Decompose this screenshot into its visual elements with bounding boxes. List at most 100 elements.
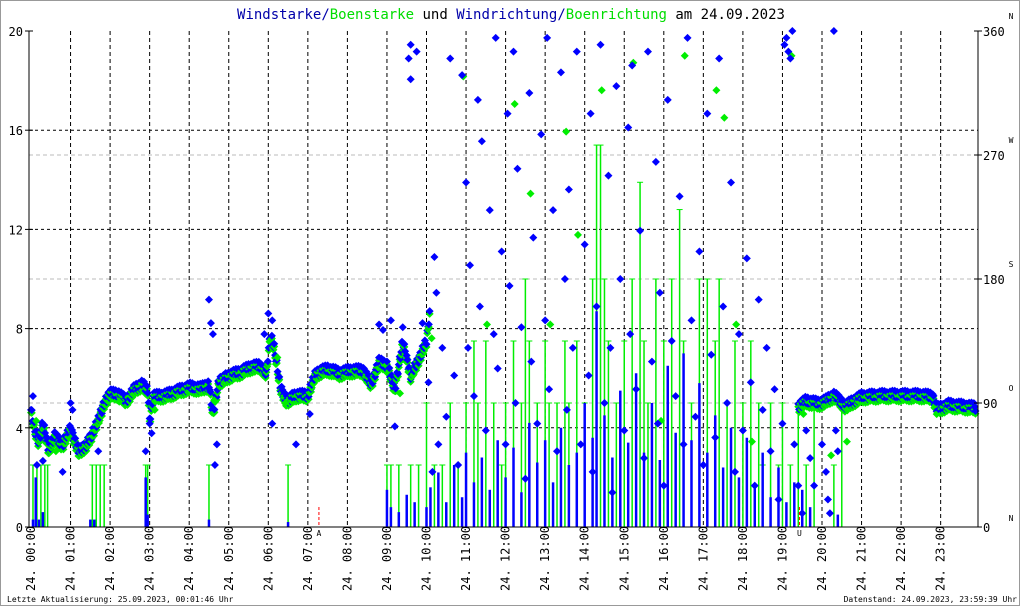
wind-direction-point: [491, 33, 500, 42]
wind-direction-point: [404, 54, 413, 63]
title-part: Windstarke: [237, 7, 321, 23]
wind-direction-point: [636, 226, 645, 235]
wind-direction-point: [790, 440, 799, 449]
x-tick-label: 24. 17:00: [696, 526, 710, 591]
x-tick-label: 24. 11:00: [459, 526, 473, 591]
wind-direction-point: [208, 330, 217, 339]
wind-direction-point: [489, 330, 498, 339]
wind-direction-point: [600, 399, 609, 407]
wind-direction-point: [424, 378, 433, 387]
wind-direction-point: [556, 68, 565, 77]
wind-direction-point: [537, 130, 546, 139]
wind-direction-point: [533, 419, 542, 428]
left-tick-label: 0: [16, 521, 23, 535]
wind-direction-point: [32, 461, 41, 469]
wind-direction-point: [604, 171, 613, 180]
wind-direction-point: [549, 206, 558, 215]
wind-direction-point: [305, 410, 314, 419]
title-part: Boenrichtung: [566, 7, 667, 23]
x-tick-label: 24. 19:00: [775, 526, 789, 591]
wind-direction-point: [509, 47, 518, 56]
wind-direction-point: [545, 385, 554, 394]
wind-direction-point: [462, 178, 471, 187]
wind-direction-point: [562, 405, 571, 414]
left-tick-label: 4: [16, 422, 23, 436]
wind-chart-frame: Windstarke/Boenstarke und Windrichtung/B…: [0, 0, 1020, 606]
wind-direction-point: [485, 206, 494, 215]
left-tick-label: 8: [16, 323, 23, 337]
wind-direction-point: [438, 343, 447, 352]
wind-direction-point: [695, 247, 704, 256]
wind-direction-point: [640, 454, 649, 463]
wind-direction-point: [268, 316, 277, 325]
wind-direction-point: [647, 357, 656, 366]
title-part: /: [321, 7, 329, 23]
gust-direction-point: [720, 113, 729, 122]
gust-direction-point: [732, 320, 741, 329]
wind-direction-point: [711, 433, 720, 442]
wind-direction-point: [505, 281, 514, 290]
wind-direction-point: [703, 109, 712, 118]
wind-direction-point: [291, 440, 300, 449]
wind-direction-point: [806, 454, 815, 463]
wind-direction-point: [655, 288, 664, 297]
wind-direction-point: [715, 54, 724, 63]
x-tick-label: 24. 07:00: [301, 526, 315, 591]
wind-direction-point: [473, 95, 482, 104]
wind-direction-point: [513, 164, 522, 173]
wind-direction-point: [780, 40, 789, 49]
x-tick-label: 24. 18:00: [736, 526, 750, 591]
wind-direction-point: [580, 240, 589, 249]
wind-direction-point: [210, 461, 219, 469]
title-part: und: [414, 7, 456, 23]
x-tick-label: 24. 22:00: [894, 526, 908, 591]
wind-direction-point: [568, 343, 577, 352]
wind-direction-point: [584, 371, 593, 380]
gust-direction-point: [526, 189, 535, 198]
wind-direction-point: [734, 330, 743, 339]
direction-points: [27, 27, 980, 518]
wind-direction-point: [212, 440, 221, 449]
x-tick-label: 24. 13:00: [538, 526, 552, 591]
wind-direction-point: [742, 254, 751, 263]
x-tick-label: 24. 08:00: [340, 526, 354, 591]
wind-direction-point: [774, 495, 783, 504]
wind-direction-point: [398, 323, 407, 332]
wind-direction-point: [707, 350, 716, 359]
wind-direction-point: [493, 364, 502, 373]
wind-direction-point: [412, 47, 421, 56]
wind-direction-point: [727, 178, 736, 187]
wind-direction-point: [746, 378, 755, 387]
title-part: am 24.09.2023: [667, 7, 785, 23]
wind-direction-point: [501, 440, 510, 449]
wind-direction-point: [204, 295, 213, 304]
wind-direction-point: [406, 40, 415, 49]
wind-direction-point: [675, 192, 684, 201]
wind-direction-point: [477, 137, 486, 146]
sun-marker-label: A: [317, 529, 322, 538]
wind-direction-point: [543, 33, 552, 42]
x-tick-label: 24. 16:00: [657, 526, 671, 591]
wind-direction-point: [766, 447, 775, 456]
wind-direction-point: [833, 447, 842, 456]
x-tick-label: 24. 09:00: [380, 526, 394, 591]
wind-direction-point: [503, 109, 512, 118]
chart-title: Windstarke/Boenstarke und Windrichtung/B…: [237, 7, 785, 23]
title-part: Windrichtung: [456, 7, 557, 23]
wind-direction-point: [390, 422, 399, 431]
wind-direction-point: [663, 95, 672, 104]
gust-direction-point: [510, 100, 519, 109]
wind-direction-point: [596, 40, 605, 49]
gust-direction-point: [597, 86, 606, 95]
data-state-text: Datenstand: 24.09.2023, 23:59:39 Uhr: [844, 595, 1018, 604]
x-tick-label: 24. 01:00: [64, 526, 78, 591]
wind-direction-point: [406, 75, 415, 84]
wind-direction-point: [68, 405, 77, 414]
wind-direction-point: [38, 456, 47, 465]
sun-marker-label: U: [797, 529, 802, 538]
x-tick-label: 24. 10:00: [420, 526, 434, 591]
wind-direction-point: [810, 481, 819, 490]
wind-direction-point: [475, 302, 484, 311]
gust-direction-point: [712, 86, 721, 95]
left-tick-label: 12: [9, 223, 23, 237]
